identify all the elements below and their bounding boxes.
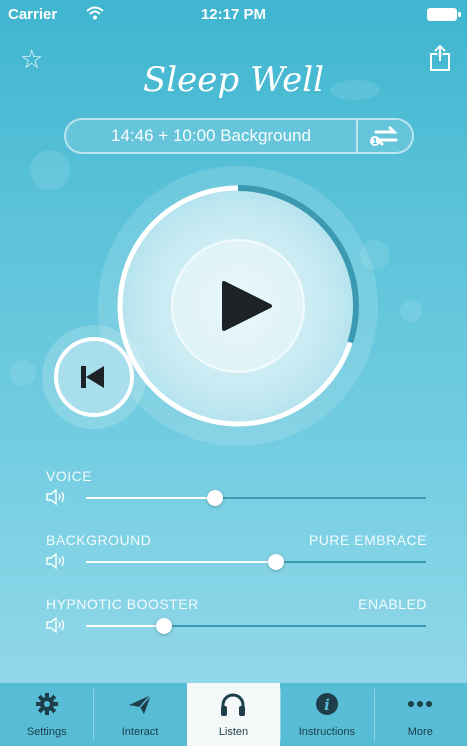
tab-interact[interactable]: Interact — [93, 683, 186, 746]
slider-track-remaining — [215, 497, 426, 499]
tab-label: More — [407, 726, 433, 738]
slider-label: BACKGROUND — [46, 532, 152, 548]
tab-label: Listen — [218, 726, 249, 738]
slider-knob[interactable] — [268, 554, 285, 570]
tab-divider — [93, 689, 95, 741]
slider-value-label[interactable]: ENABLED — [358, 596, 427, 612]
tab-divider — [280, 689, 282, 741]
tab-label: Interact — [121, 726, 159, 738]
volume-speaker-icon — [46, 488, 68, 506]
slider-track-remaining — [164, 625, 426, 627]
svg-text:i: i — [324, 696, 330, 714]
tab-label: Settings — [26, 726, 67, 738]
gear-icon — [0, 691, 93, 717]
volume-slider-track[interactable] — [86, 554, 426, 570]
volume-slider-track[interactable] — [86, 490, 426, 506]
info-icon: i — [280, 691, 373, 717]
paper-plane-icon — [93, 691, 186, 717]
slider-knob[interactable] — [156, 618, 173, 634]
slider-label: VOICE — [46, 468, 93, 484]
headphones-icon — [187, 691, 280, 717]
tab-divider — [373, 689, 375, 741]
tab-bar: Settings Interact Listen i Instructions More — [0, 682, 467, 746]
more-icon — [374, 691, 467, 717]
slider-label: HYPNOTIC BOOSTER — [46, 596, 199, 612]
slider-value-label[interactable]: PURE EMBRACE — [309, 532, 427, 548]
volume-speaker-icon — [46, 616, 68, 634]
tab-instructions[interactable]: i Instructions — [280, 683, 373, 746]
slider-track-remaining — [276, 561, 426, 563]
slider-knob[interactable] — [207, 490, 224, 506]
player-area — [42, 166, 378, 446]
tab-more[interactable]: More — [374, 683, 467, 746]
tab-settings[interactable]: Settings — [0, 683, 93, 746]
tab-divider — [186, 689, 188, 741]
volume-speaker-icon — [46, 552, 68, 570]
tab-listen[interactable]: Listen — [186, 683, 281, 746]
tab-label: Instructions — [298, 726, 355, 738]
volume-slider-track[interactable] — [86, 618, 426, 634]
